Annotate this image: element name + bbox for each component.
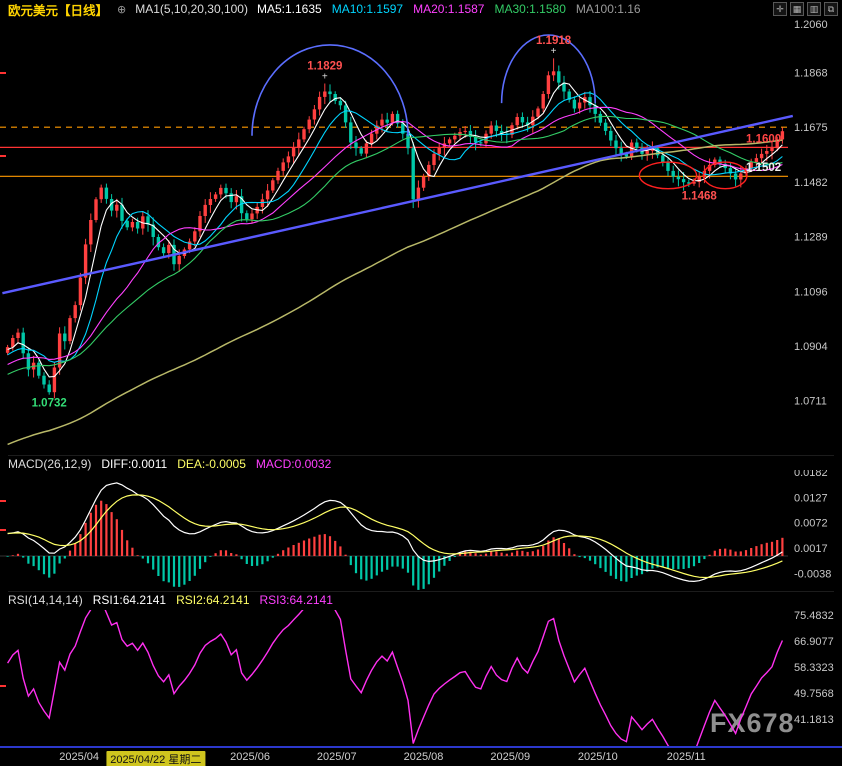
ma10-line: [8, 93, 783, 363]
svg-text:1.1868: 1.1868: [794, 68, 828, 80]
ma-legend-item-1: MA10:1.1597: [332, 2, 403, 16]
svg-text:1.0711: 1.0711: [794, 396, 827, 408]
svg-text:1.1482: 1.1482: [794, 177, 828, 189]
rsi-values: RSI1:64.2141 RSI2:64.2141 RSI3:64.2141: [93, 593, 343, 607]
ma100-line: [8, 140, 783, 444]
x-axis-label: 2025/08: [404, 751, 444, 763]
left-tick-mark: [0, 685, 6, 687]
svg-text:+: +: [551, 46, 557, 57]
svg-text:1.0904: 1.0904: [794, 341, 828, 353]
selected-date-label: 2025/04/22 星期二: [106, 751, 205, 766]
symbol-title[interactable]: 欧元美元【日线】: [8, 0, 108, 19]
svg-text:1.1675: 1.1675: [794, 122, 828, 134]
x-axis-label: 2025/04: [59, 751, 99, 763]
chart-window: 欧元美元【日线】 ⊕ MA1(5,10,20,30,100) MA5:1.163…: [0, 0, 842, 766]
rsi-indicator-name: RSI(14,14,14): [8, 593, 83, 607]
svg-text:66.9077: 66.9077: [794, 636, 834, 648]
rsi-panel[interactable]: 75.4832 66.9077 58.3323 49.7568 41.1813: [0, 610, 842, 746]
macd-header: MACD(26,12,9) DIFF:0.0011 DEA:-0.0005 MACD:…: [8, 455, 834, 471]
x-axis-label: 2025/11: [667, 751, 706, 763]
svg-text:1.2060: 1.2060: [794, 19, 828, 31]
x-axis-label: 2025/09: [490, 751, 530, 763]
svg-text:1.1829: 1.1829: [307, 61, 342, 73]
rsi-chart-canvas[interactable]: 75.4832 66.9077 58.3323 49.7568 41.1813: [0, 610, 842, 746]
x-axis-label: 2025/06: [230, 751, 270, 763]
svg-text:0.0127: 0.0127: [794, 492, 828, 504]
candlestick-series: [6, 58, 784, 398]
x-axis-label: 2025/07: [317, 751, 357, 763]
left-tick-mark: [0, 155, 6, 157]
rsi-value-2: RSI3:64.2141: [260, 593, 333, 607]
svg-text:-0.0038: -0.0038: [794, 569, 831, 581]
svg-text:1.1502: 1.1502: [746, 162, 781, 174]
macd-chart-canvas[interactable]: 0.0182 0.0127 0.0072 0.0017 -0.0038: [0, 470, 842, 592]
dea-line: [8, 495, 783, 578]
chart-toolbar: ✛▦▥⧉: [773, 2, 838, 16]
svg-text:41.1813: 41.1813: [794, 714, 834, 726]
svg-text:1.1600: 1.1600: [746, 133, 781, 145]
rsi-header: RSI(14,14,14)RSI1:64.2141RSI2:64.2141RSI…: [8, 591, 834, 607]
ma-legend: MA5:1.1635 MA10:1.1597 MA20:1.1587 MA30:1.1…: [257, 2, 651, 16]
ma20-line: [8, 107, 783, 364]
svg-text:1.1289: 1.1289: [794, 232, 828, 244]
ma-legend-item-4: MA100:1.16: [576, 2, 641, 16]
rsi-value-0: RSI1:64.2141: [93, 593, 166, 607]
svg-text:1.1918: 1.1918: [536, 35, 572, 47]
grid-view-icon[interactable]: ▦: [790, 2, 804, 16]
macd-indicator-name: MACD(26,12,9): [8, 457, 91, 471]
ma-indicator-name: MA1(5,10,20,30,100): [135, 2, 248, 16]
svg-text:0.0072: 0.0072: [794, 518, 828, 530]
x-axis: 2025/04 2025/04/22 星期二 2025/06 2025/07 2025/…: [0, 746, 842, 766]
svg-text:1.1468: 1.1468: [682, 191, 718, 203]
ma-legend-item-3: MA30:1.1580: [494, 2, 565, 16]
svg-text:58.3323: 58.3323: [794, 662, 834, 674]
macd-values: DIFF:0.0011 DEA:-0.0005 MACD:0.0032: [101, 457, 341, 471]
svg-text:1.1096: 1.1096: [794, 287, 828, 299]
ma-legend-item-0: MA5:1.1635: [257, 2, 322, 16]
left-tick-mark: [0, 500, 6, 502]
macd-value-1: DEA:-0.0005: [177, 457, 246, 471]
macd-value-0: DIFF:0.0011: [101, 457, 167, 471]
x-axis-label: 2025/10: [578, 751, 618, 763]
svg-text:0.0182: 0.0182: [794, 470, 828, 479]
pan-icon[interactable]: ✛: [773, 2, 787, 16]
svg-text:75.4832: 75.4832: [794, 610, 834, 622]
svg-text:49.7568: 49.7568: [794, 688, 834, 700]
ma-legend-item-2: MA20:1.1587: [413, 2, 484, 16]
macd-panel[interactable]: 0.0182 0.0127 0.0072 0.0017 -0.0038: [0, 470, 842, 592]
svg-text:0.0017: 0.0017: [794, 543, 828, 555]
left-tick-mark: [0, 72, 6, 74]
chart-header: 欧元美元【日线】 ⊕ MA1(5,10,20,30,100) MA5:1.163…: [0, 0, 842, 18]
ma30-line: [8, 116, 783, 374]
indicator-settings-icon[interactable]: ⊕: [117, 3, 126, 16]
macd-histogram: [8, 501, 783, 590]
left-tick-mark: [0, 529, 6, 531]
price-panel[interactable]: + +1.1829 1.1918 1.0732 1.1468 1.1600 1.1502 1.…: [0, 18, 842, 456]
svg-text:+: +: [322, 71, 328, 82]
panel-layout-icon[interactable]: ▥: [807, 2, 821, 16]
rsi-line: [8, 610, 783, 746]
rsi-value-1: RSI2:64.2141: [176, 593, 249, 607]
fullscreen-icon[interactable]: ⧉: [824, 2, 838, 16]
price-chart-canvas[interactable]: + +1.1829 1.1918 1.0732 1.1468 1.1600 1.1502 1.…: [0, 18, 842, 456]
macd-value-2: MACD:0.0032: [256, 457, 331, 471]
svg-text:1.0732: 1.0732: [32, 398, 67, 410]
